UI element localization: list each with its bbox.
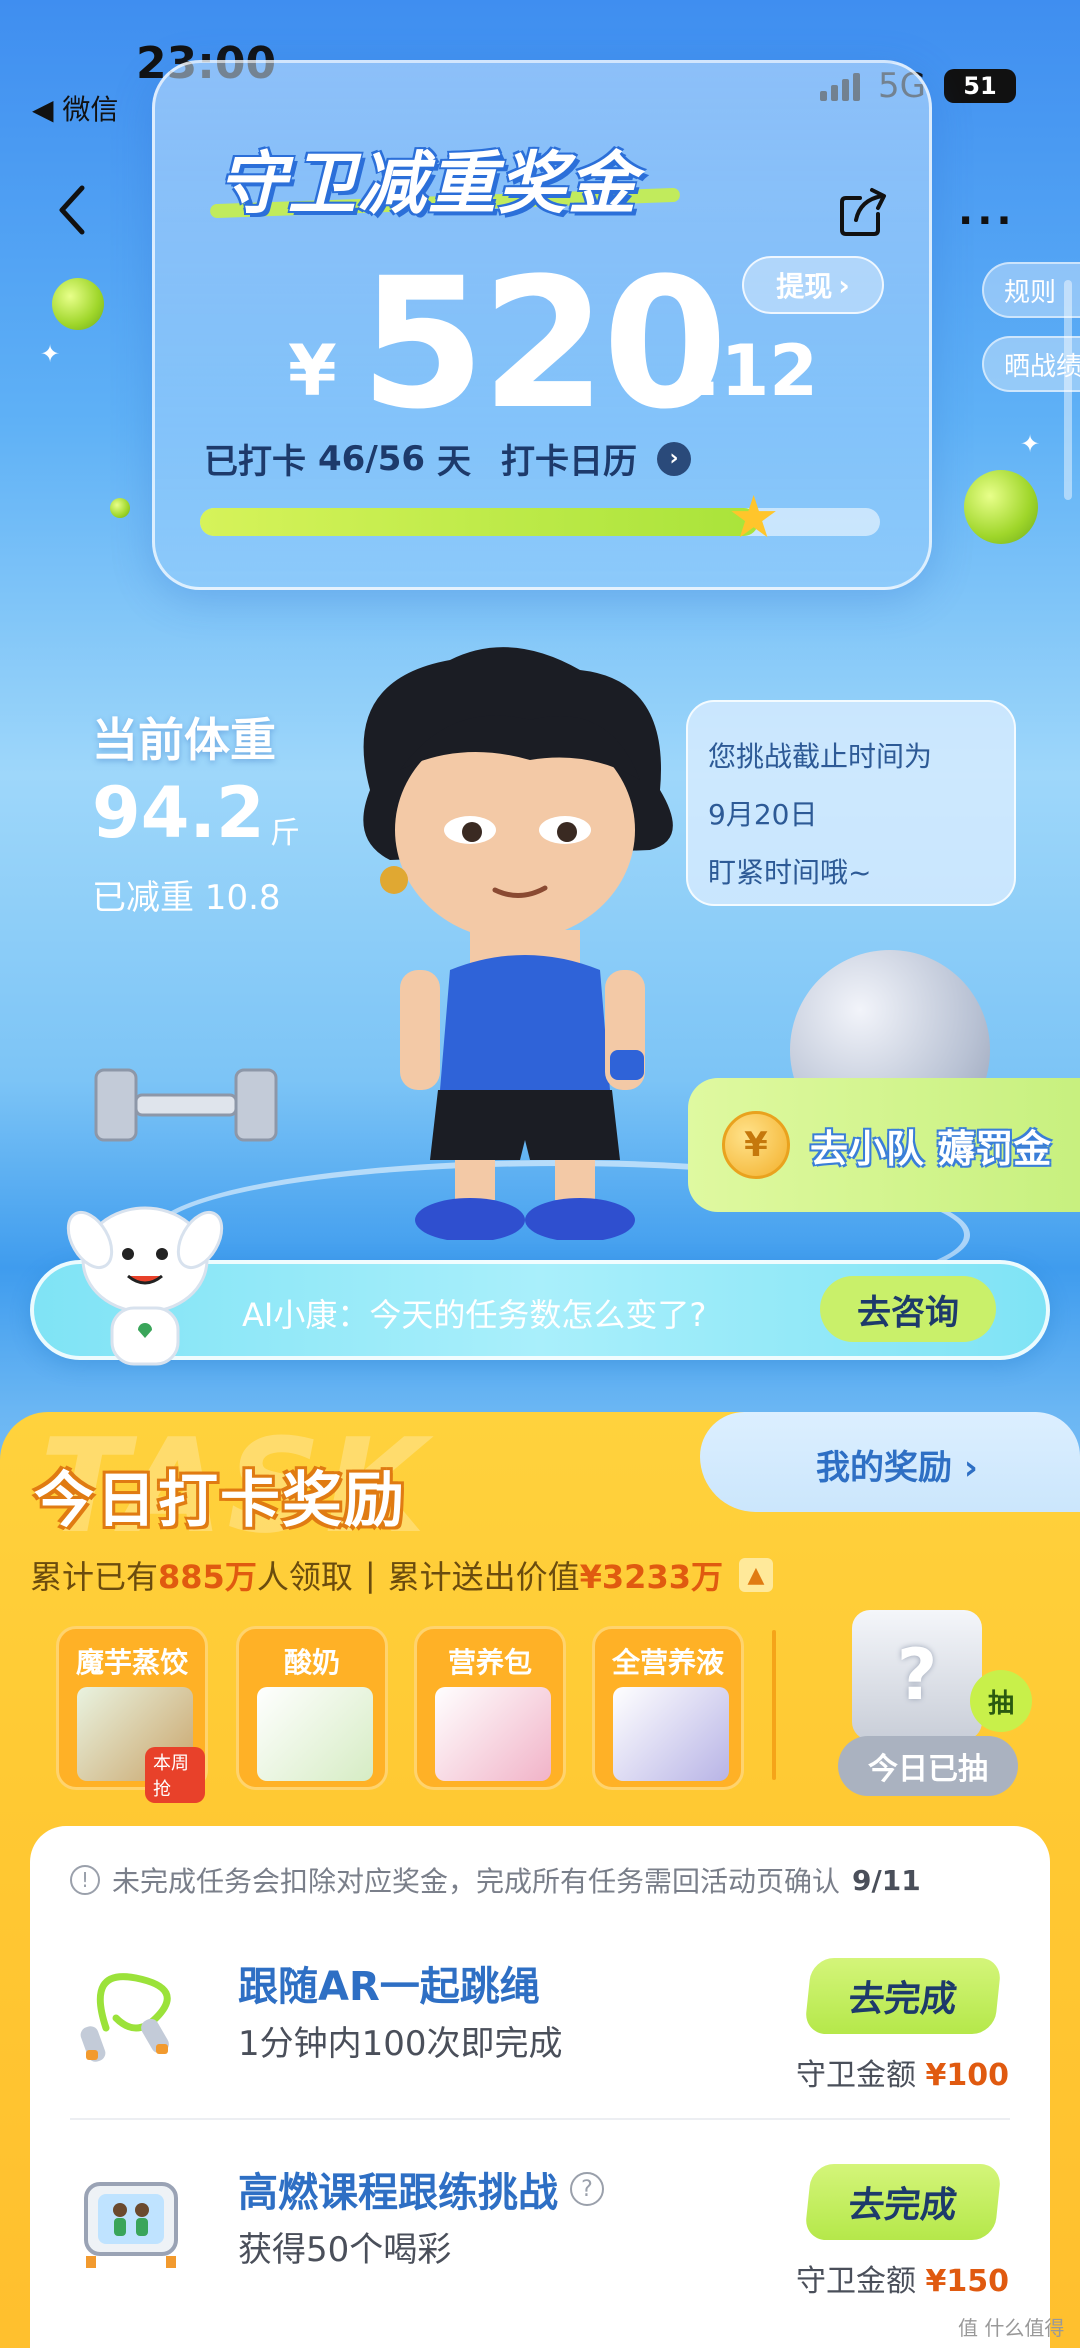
withdraw-button[interactable]: 提现 › (742, 256, 884, 314)
nutrition-liquid-product-image (613, 1687, 729, 1781)
checkin-progress-bar: ★ (200, 488, 880, 546)
prize-amount: 520 (360, 240, 728, 449)
deadline-line: 您挑战截止时间为 (708, 740, 933, 773)
weight-lost: 已减重 10.8 (92, 878, 281, 918)
info-icon: ! (70, 1865, 100, 1895)
notice-count: 9/11 (852, 1863, 921, 1897)
reward-title: 今日打卡奖励 (34, 1466, 406, 1536)
prize-item[interactable]: 营养包 (414, 1626, 566, 1790)
task-description: 1分钟内100次即完成 (238, 2024, 563, 2064)
checkin-unit: 天 (437, 442, 472, 482)
complete-task-button[interactable]: 去完成 (804, 2164, 1002, 2240)
stats-people: 885万 (158, 1558, 257, 1596)
site-watermark: 值 什么值得买 (958, 2316, 1065, 2348)
checkin-calendar-link[interactable]: 打卡日历 (501, 434, 637, 483)
scrollbar[interactable] (1064, 280, 1072, 500)
progress-fill (200, 508, 758, 536)
current-weight-value: 94.2 (92, 772, 265, 854)
yogurt-product-image (257, 1687, 373, 1781)
weight-unit: 斤 (270, 816, 300, 851)
chevron-up-icon[interactable]: ▲ (738, 1558, 773, 1592)
sparkle-icon: ✦ (1020, 430, 1041, 458)
dumbbell-illustration (94, 1068, 278, 1142)
task-reward-amount: ¥150 (925, 2264, 1010, 2299)
deadline-line: 盯紧时间哦~ (708, 856, 872, 889)
calendar-arrow-icon[interactable]: › (657, 441, 692, 476)
page: 23:00 ◀ 微信 5G 51 守卫减重奖金 ··· ¥ 520 .12 提现… (0, 0, 1080, 2348)
checkin-row: 已打卡 46/56 天 打卡日历 › (204, 434, 692, 483)
stats-separator: | (364, 1556, 376, 1594)
stats-value-prefix: 累计送出价值 (387, 1558, 580, 1596)
help-icon[interactable]: ? (570, 2172, 604, 2206)
task-reward: 守卫金额 ¥150 (796, 2256, 1009, 2300)
draw-status-button[interactable]: 今日已抽 (838, 1736, 1018, 1796)
back-chevron-icon[interactable] (52, 180, 92, 240)
prize-name: 全营养液 (611, 1646, 724, 1679)
star-icon: ★ (727, 483, 780, 551)
workout-tv-icon (84, 2182, 178, 2268)
ai-prompt-text: AI小康：今天的任务数怎么变了? (242, 1296, 707, 1334)
back-to-wechat-link[interactable]: ◀ 微信 (32, 88, 118, 128)
divider (772, 1630, 776, 1780)
prize-item[interactable]: 酸奶 (236, 1626, 388, 1790)
consult-button[interactable]: 去咨询 (820, 1276, 996, 1342)
amount-currency: ¥ (288, 330, 337, 412)
more-menu-icon[interactable]: ··· (958, 198, 1016, 244)
task-reward: 守卫金额 ¥100 (796, 2050, 1009, 2094)
team-penalty-label: 去小队 薅罚金 (810, 1126, 1052, 1171)
task-reward-amount: ¥100 (925, 2058, 1010, 2093)
stats-value: ¥3233万 (579, 1558, 723, 1596)
prize-name: 酸奶 (283, 1646, 340, 1679)
coin-icon: ¥ (722, 1111, 790, 1179)
current-weight-label: 当前体重 (92, 713, 276, 767)
tennis-ball-decoration (110, 498, 130, 518)
task-title: 高燃课程跟练挑战 ? (238, 2160, 604, 2218)
prize-name: 营养包 (447, 1646, 532, 1679)
chevron-right-icon: › (963, 1448, 978, 1488)
deadline-bubble: 您挑战截止时间为 9月20日 盯紧时间哦~ (686, 700, 1016, 906)
task-row: 高燃课程跟练挑战 ? 获得50个喝彩 去完成 守卫金额 ¥150 (70, 2136, 1010, 2316)
prize-title: 守卫减重奖金 (218, 145, 639, 224)
avatar-character-illustration (363, 647, 673, 1240)
team-penalty-card[interactable]: ¥ 去小队 薅罚金 (688, 1078, 1080, 1212)
task-divider (70, 2118, 1010, 2120)
hot-tag: 本周抢 (145, 1747, 205, 1803)
notice-text: 未完成任务会扣除对应奖金，完成所有任务需回活动页确认 (112, 1865, 841, 1898)
my-reward-link[interactable]: 我的奖励 › (816, 1440, 978, 1489)
checkin-prefix: 已打卡 (204, 442, 306, 482)
dog-mascot-icon (66, 1206, 224, 1366)
task-reward-label: 守卫金额 (796, 2264, 916, 2299)
task-reward-label: 守卫金额 (796, 2058, 916, 2093)
prize-item[interactable]: 魔芋蒸饺 本周抢 (56, 1626, 208, 1803)
stats-people-suffix: 人领取 (256, 1558, 353, 1596)
task-title-text: 跟随AR一起跳绳 (238, 1964, 540, 2010)
my-reward-label: 我的奖励 (816, 1448, 952, 1488)
battery-icon: 51 (944, 69, 1016, 103)
jump-rope-icon (80, 1973, 171, 2062)
tennis-ball-decoration (52, 278, 104, 330)
prize-item[interactable]: 全营养液 (592, 1626, 744, 1790)
tasks-notice: ! 未完成任务会扣除对应奖金，完成所有任务需回活动页确认 9/11 (70, 1860, 921, 1900)
deadline-date: 9月20日 (708, 798, 818, 831)
checkin-count: 46/56 (318, 438, 426, 479)
tennis-ball-decoration (964, 470, 1038, 544)
draw-badge: 抽 (970, 1670, 1032, 1732)
share-icon[interactable] (838, 186, 890, 238)
reward-stats: 累计已有 885万 人领取 | 累计送出价值 ¥3233万 ▲ (30, 1552, 773, 1598)
task-description: 获得50个喝彩 (238, 2230, 452, 2270)
prize-name: 魔芋蒸饺 (75, 1646, 188, 1679)
prize-amount-cents: .12 (694, 330, 819, 412)
task-row: 跟随AR一起跳绳 1分钟内100次即完成 去完成 守卫金额 ¥100 (70, 1930, 1010, 2110)
sparkle-icon: ✦ (40, 340, 61, 368)
nutrition-pack-product-image (435, 1687, 551, 1781)
mystery-box-icon[interactable]: ? (852, 1610, 982, 1740)
complete-task-button[interactable]: 去完成 (804, 1958, 1002, 2034)
task-title-text: 高燃课程跟练挑战 (238, 2170, 558, 2216)
stats-prefix: 累计已有 (30, 1558, 159, 1596)
task-title: 跟随AR一起跳绳 (238, 1954, 540, 2012)
chevron-right-icon: › (838, 268, 850, 302)
withdraw-label: 提现 (776, 270, 833, 303)
